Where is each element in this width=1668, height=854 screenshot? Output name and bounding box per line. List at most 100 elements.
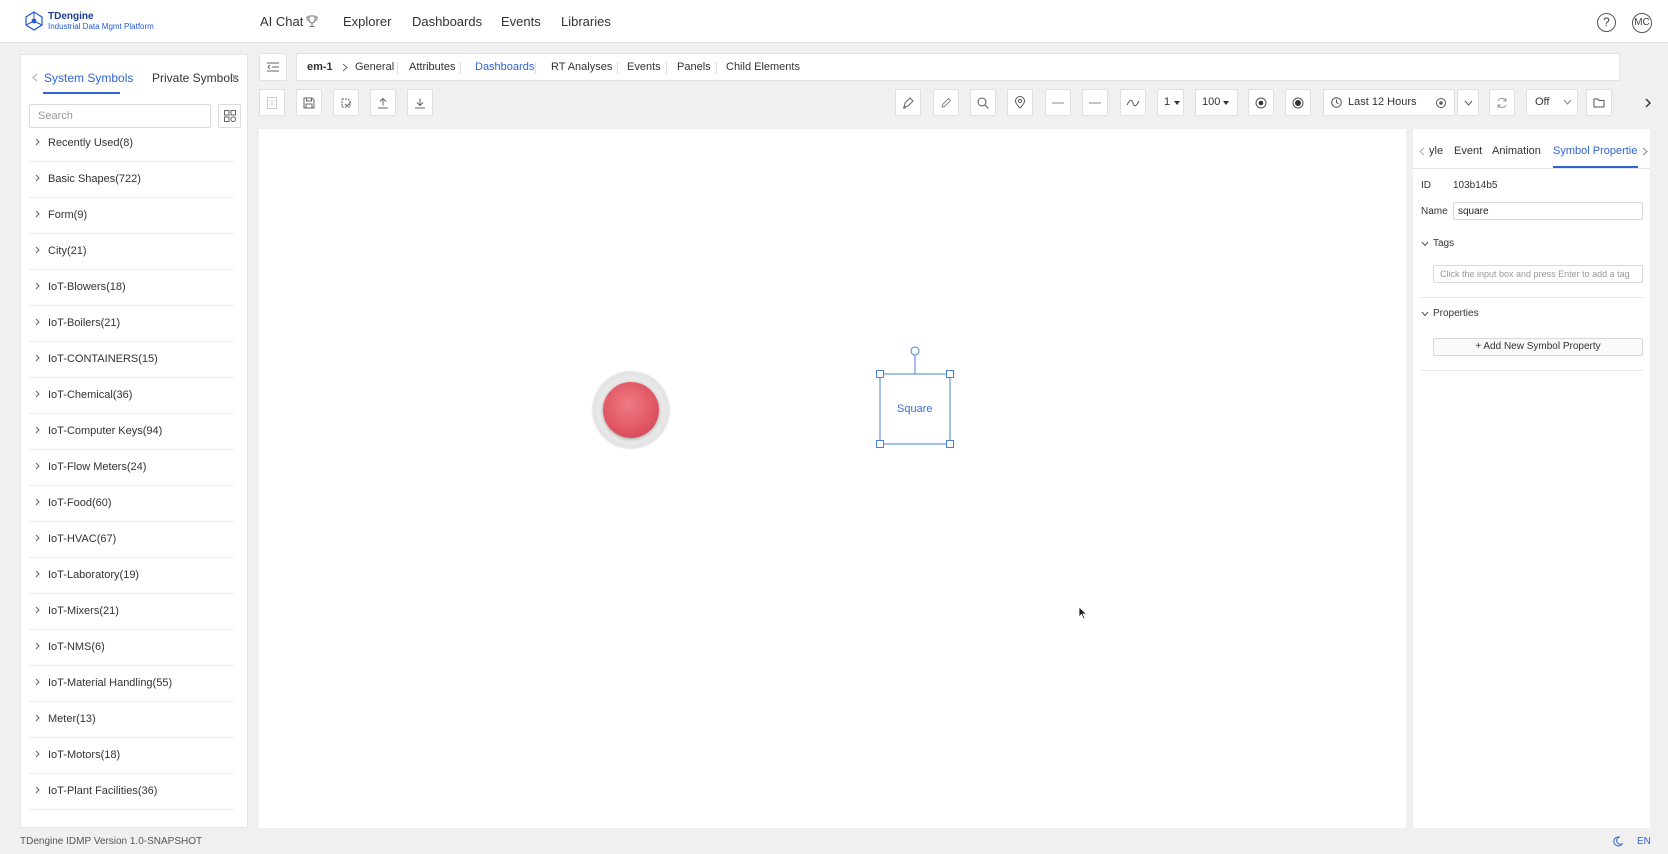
tab-events[interactable]: Events [627, 61, 661, 73]
chevron-right-icon [35, 354, 40, 362]
symbol-category-item[interactable]: IoT-Laboratory(19) [29, 558, 234, 594]
tab-scroll-right-icon[interactable] [231, 73, 237, 82]
grid-icon [223, 110, 236, 122]
chevron-right-icon [35, 462, 40, 470]
symbol-search-input[interactable] [29, 104, 211, 128]
tab-dashboards[interactable]: Dashboards [475, 61, 534, 73]
symbol-category-item[interactable]: IoT-NMS(6) [29, 630, 234, 666]
symbol-name-input[interactable] [1453, 202, 1643, 220]
chevron-down-icon[interactable] [1421, 241, 1429, 247]
folder-button[interactable] [1586, 89, 1612, 116]
tab-symbol-properties[interactable]: Symbol Properties [1553, 145, 1638, 157]
chevron-down-icon[interactable] [1421, 311, 1429, 317]
record-button[interactable] [1248, 89, 1274, 116]
brand-logo[interactable]: TDengine Industrial Data Mgmt Platform [24, 11, 154, 32]
moon-icon[interactable] [1612, 836, 1623, 847]
language-toggle[interactable]: EN [1637, 836, 1651, 847]
chevron-right-icon [35, 570, 40, 578]
tab-private-symbols[interactable]: Private Symbols [152, 71, 239, 85]
symbol-category-item[interactable]: IoT-CONTAINERS(15) [29, 342, 234, 378]
breadcrumb-root[interactable]: em-1 [307, 61, 333, 73]
symbol-category-item[interactable]: Form(9) [29, 198, 234, 234]
tab-rt-analyses[interactable]: RT Analyses [551, 61, 612, 73]
tab-event[interactable]: Event [1454, 145, 1482, 157]
grid-view-button[interactable] [218, 104, 241, 128]
symbol-category-item[interactable]: IoT-Computer Keys(94) [29, 414, 234, 450]
line-type-button[interactable] [1082, 89, 1108, 116]
symbol-category-label: IoT-Boilers(21) [48, 317, 121, 329]
add-symbol-property-button[interactable]: + Add New Symbol Property [1433, 338, 1643, 356]
tab-scroll-left-icon[interactable] [1419, 147, 1425, 156]
nav-dashboards[interactable]: Dashboards [412, 14, 482, 29]
red-button-face [603, 382, 659, 438]
collapse-panel-button[interactable] [259, 53, 287, 81]
symbol-category-label: IoT-HVAC(67) [48, 533, 117, 545]
clear-time-icon[interactable] [1436, 98, 1446, 108]
symbol-category-item[interactable]: Meter(13) [29, 702, 234, 738]
chevron-right-icon [342, 63, 348, 72]
search-icon [977, 97, 989, 109]
divider [1421, 370, 1643, 371]
symbol-category-label: IoT-Food(60) [48, 497, 112, 509]
chevron-right-icon [35, 426, 40, 434]
chevron-right-icon [35, 750, 40, 758]
stop-button[interactable] [1285, 89, 1311, 116]
location-tool-button[interactable] [1007, 89, 1033, 116]
symbol-category-item[interactable]: IoT-Chemical(36) [29, 378, 234, 414]
tab-scroll-left-icon[interactable] [32, 73, 38, 82]
symbol-category-item[interactable]: IoT-Plant Facilities(36) [29, 774, 234, 810]
pen-tool-button[interactable] [895, 89, 921, 116]
nav-explorer[interactable]: Explorer [343, 14, 391, 29]
symbol-category-item[interactable]: Basic Shapes(722) [29, 162, 234, 198]
properties-section-title[interactable]: Properties [1433, 308, 1479, 319]
download-button[interactable] [407, 89, 433, 116]
time-range-picker[interactable]: Last 12 Hours [1323, 89, 1455, 116]
line-width-select[interactable]: 1 [1157, 89, 1184, 116]
tag-input[interactable] [1433, 265, 1643, 283]
pencil-tool-button[interactable] [933, 89, 959, 116]
symbol-category-item[interactable]: IoT-Mixers(21) [29, 594, 234, 630]
tab-attributes[interactable]: Attributes [409, 61, 455, 73]
curve-tool-button[interactable] [1120, 89, 1146, 116]
chevron-down-icon [1464, 100, 1472, 106]
zoom-select[interactable]: 100 [1195, 89, 1238, 116]
time-range-dropdown-button[interactable] [1457, 89, 1479, 116]
divider [666, 62, 667, 74]
nav-libraries[interactable]: Libraries [561, 14, 611, 29]
symbol-category-item[interactable]: IoT-Boilers(21) [29, 306, 234, 342]
symbol-category-label: Basic Shapes(722) [48, 173, 141, 185]
symbol-category-item[interactable]: City(21) [29, 234, 234, 270]
nav-ai-chat[interactable]: AI Chat [260, 14, 303, 29]
tab-style[interactable]: yle [1429, 145, 1443, 157]
help-icon[interactable]: ? [1597, 13, 1616, 32]
line-style-button[interactable] [1045, 89, 1071, 116]
symbol-category-item[interactable]: IoT-HVAC(67) [29, 522, 234, 558]
refresh-button[interactable] [1489, 89, 1515, 116]
save-button[interactable] [296, 89, 322, 116]
version-footer: TDengine IDMP Version 1.0-SNAPSHOT [20, 836, 203, 847]
tags-section-title[interactable]: Tags [1433, 238, 1454, 249]
search-tool-button[interactable] [970, 89, 996, 116]
nav-events[interactable]: Events [501, 14, 541, 29]
document-button[interactable] [259, 89, 285, 116]
symbol-category-item[interactable]: IoT-Material Handling(55) [29, 666, 234, 702]
user-avatar[interactable]: MC [1632, 13, 1652, 33]
save-as-button[interactable] [333, 89, 359, 116]
tab-animation[interactable]: Animation [1492, 145, 1541, 157]
auto-refresh-select[interactable]: Off [1526, 89, 1578, 116]
tab-scroll-right-icon[interactable] [1642, 147, 1648, 156]
tab-system-symbols[interactable]: System Symbols [44, 71, 133, 85]
tab-general[interactable]: General [355, 61, 394, 73]
tab-child-elements[interactable]: Child Elements [726, 61, 800, 73]
symbol-category-item[interactable]: IoT-Food(60) [29, 486, 234, 522]
selected-square-symbol[interactable]: Square [876, 344, 954, 448]
symbol-category-item[interactable]: Recently Used(8) [29, 126, 234, 162]
symbol-category-item[interactable]: IoT-Motors(18) [29, 738, 234, 774]
tab-panels[interactable]: Panels [677, 61, 711, 73]
upload-button[interactable] [370, 89, 396, 116]
dashboard-canvas[interactable]: Square [259, 129, 1406, 828]
red-push-button-symbol[interactable] [593, 372, 669, 448]
symbol-category-item[interactable]: IoT-Blowers(18) [29, 270, 234, 306]
symbol-category-item[interactable]: IoT-Flow Meters(24) [29, 450, 234, 486]
toolbar-expand-icon[interactable] [1645, 98, 1651, 108]
